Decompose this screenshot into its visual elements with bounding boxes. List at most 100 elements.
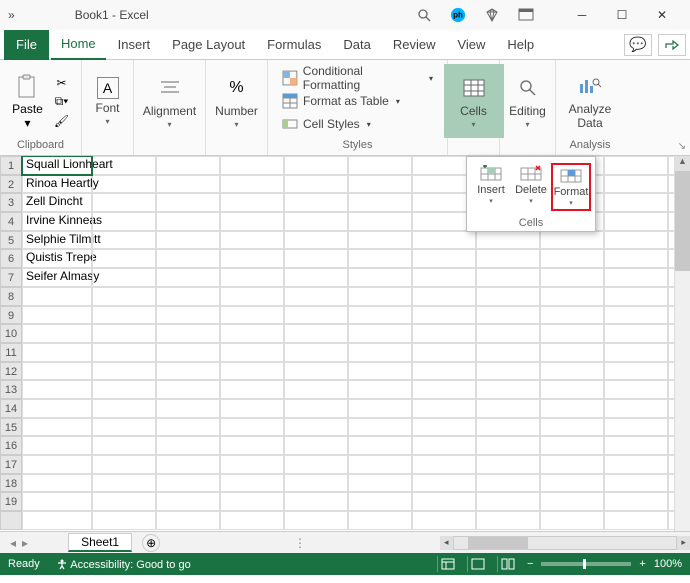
tab-insert[interactable]: Insert (108, 30, 161, 60)
cell[interactable] (220, 492, 284, 511)
cell[interactable] (220, 324, 284, 343)
cell[interactable] (604, 287, 668, 306)
cell[interactable] (284, 324, 348, 343)
cell[interactable]: Selphie Tilmitt (22, 231, 92, 250)
row-header[interactable]: 14 (0, 399, 22, 418)
cell[interactable] (156, 511, 220, 530)
cell[interactable] (284, 399, 348, 418)
font-group[interactable]: A Font ▾ (78, 64, 138, 138)
cell[interactable] (284, 436, 348, 455)
cell[interactable] (92, 492, 156, 511)
cell[interactable] (540, 436, 604, 455)
cell[interactable] (220, 175, 284, 194)
cell[interactable] (92, 212, 156, 231)
tab-file[interactable]: File (4, 30, 49, 60)
cell[interactable] (604, 212, 668, 231)
cell[interactable] (284, 418, 348, 437)
search-icon[interactable] (416, 7, 432, 23)
cell[interactable] (220, 249, 284, 268)
diamond-icon[interactable] (484, 7, 500, 23)
cell[interactable] (476, 474, 540, 493)
cell[interactable] (22, 436, 92, 455)
cell[interactable] (348, 436, 412, 455)
cell[interactable] (604, 492, 668, 511)
cell[interactable] (540, 287, 604, 306)
cell[interactable] (604, 362, 668, 381)
cell[interactable] (284, 474, 348, 493)
format-cells-button[interactable]: Format ▾ (551, 163, 591, 211)
vertical-scrollbar[interactable]: ▲ (674, 156, 690, 531)
cell[interactable] (284, 249, 348, 268)
cell[interactable] (540, 324, 604, 343)
cell[interactable] (412, 268, 476, 287)
cell[interactable] (476, 268, 540, 287)
cell[interactable] (284, 362, 348, 381)
row-header[interactable]: 9 (0, 306, 22, 325)
cell[interactable] (156, 212, 220, 231)
tab-view[interactable]: View (447, 30, 495, 60)
cell[interactable] (22, 399, 92, 418)
row-header[interactable]: 15 (0, 418, 22, 437)
row-header[interactable]: 8 (0, 287, 22, 306)
cell[interactable] (220, 380, 284, 399)
cell[interactable] (348, 492, 412, 511)
cell[interactable] (220, 306, 284, 325)
cell[interactable] (348, 306, 412, 325)
tab-help[interactable]: Help (497, 30, 544, 60)
cell[interactable] (284, 268, 348, 287)
row-header[interactable] (0, 511, 22, 530)
cell[interactable] (92, 231, 156, 250)
cell[interactable] (22, 324, 92, 343)
cell[interactable] (476, 231, 540, 250)
cell[interactable] (156, 231, 220, 250)
page-layout-view-icon[interactable] (467, 556, 489, 572)
cell[interactable] (220, 212, 284, 231)
editing-group[interactable]: Editing ▾ (498, 64, 558, 138)
cell[interactable] (348, 212, 412, 231)
cell[interactable] (284, 175, 348, 194)
cell[interactable] (412, 362, 476, 381)
paste-button[interactable]: Paste ▾ (9, 74, 47, 130)
cell[interactable] (604, 436, 668, 455)
cell[interactable] (348, 362, 412, 381)
cell[interactable] (22, 362, 92, 381)
cell[interactable] (156, 380, 220, 399)
row-header[interactable]: 5 (0, 231, 22, 250)
cell[interactable] (604, 474, 668, 493)
cell[interactable] (476, 287, 540, 306)
cell[interactable] (540, 380, 604, 399)
cell[interactable] (348, 175, 412, 194)
cell[interactable] (412, 343, 476, 362)
cell[interactable] (412, 418, 476, 437)
cell[interactable] (92, 418, 156, 437)
cell[interactable] (540, 474, 604, 493)
cell[interactable] (156, 362, 220, 381)
cell[interactable] (540, 306, 604, 325)
row-header[interactable]: 6 (0, 249, 22, 268)
cell[interactable] (412, 399, 476, 418)
cell[interactable] (92, 287, 156, 306)
cell[interactable] (348, 455, 412, 474)
cell[interactable] (412, 455, 476, 474)
ribbon-launcher-icon[interactable]: ↘ (678, 141, 686, 152)
cell[interactable] (476, 418, 540, 437)
cell[interactable] (604, 399, 668, 418)
cell[interactable] (604, 249, 668, 268)
cell[interactable] (348, 511, 412, 530)
row-header[interactable]: 10 (0, 324, 22, 343)
format-painter-icon[interactable]: 🖌 (51, 112, 73, 130)
cell[interactable] (156, 324, 220, 343)
cell[interactable] (604, 324, 668, 343)
cell[interactable] (156, 193, 220, 212)
cell[interactable] (156, 492, 220, 511)
cell[interactable]: Rinoa Heartly (22, 175, 92, 194)
cell[interactable] (22, 287, 92, 306)
cell[interactable]: Irvine Kinneas (22, 212, 92, 231)
horizontal-scrollbar[interactable]: ◂ ▸ (440, 535, 690, 551)
cell[interactable] (220, 436, 284, 455)
cell[interactable] (220, 156, 284, 175)
cells-group-button[interactable]: Cells ▾ (444, 64, 504, 138)
cell[interactable] (92, 324, 156, 343)
cell[interactable] (284, 343, 348, 362)
cell[interactable] (220, 193, 284, 212)
